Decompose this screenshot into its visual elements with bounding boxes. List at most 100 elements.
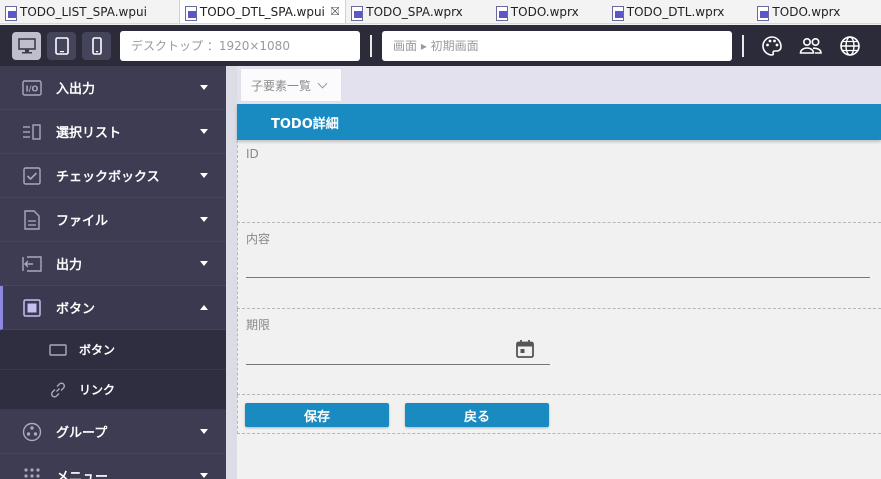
- screen-path-input[interactable]: 画面 ▸ 初期画面: [382, 30, 732, 61]
- link-icon: [49, 381, 67, 399]
- io-icon: I/O: [22, 78, 42, 98]
- tab-todo-spa[interactable]: TODO_SPA.wprx: [346, 0, 469, 23]
- tab-todo-2[interactable]: TODO.wprx: [752, 0, 846, 23]
- screen-preview: TODO詳細 ID 内容 期限 保存 戻る: [237, 104, 881, 479]
- tab-label: TODO_LIST_SPA.wpui: [20, 5, 147, 19]
- deadline-input[interactable]: [246, 364, 550, 365]
- sidebar-item-label: 入出力: [56, 82, 96, 97]
- palette-button[interactable]: [758, 32, 786, 60]
- content-label: 内容: [246, 232, 271, 246]
- desktop-icon: [17, 37, 36, 53]
- button-icon: [22, 298, 42, 318]
- sidebar-item-menu[interactable]: メニュー: [0, 454, 226, 479]
- sidebar-item-checkbox[interactable]: チェックボックス: [0, 154, 226, 198]
- tab-todo-list-spa[interactable]: TODO_LIST_SPA.wpui: [0, 0, 153, 23]
- palette-icon: [762, 35, 782, 56]
- sidebar-subitem-label: ボタン: [79, 343, 116, 357]
- sidebar-item-file[interactable]: ファイル: [0, 198, 226, 242]
- sidebar-item-label: 出力: [56, 258, 83, 273]
- tab-label: TODO.wprx: [772, 5, 841, 19]
- id-field-container[interactable]: ID: [237, 140, 881, 223]
- checkbox-icon: [22, 166, 42, 186]
- file-icon: [611, 5, 624, 21]
- tab-label: TODO.wprx: [510, 5, 579, 19]
- sidebar-item-label: グループ: [56, 426, 108, 441]
- content-input[interactable]: [246, 277, 870, 278]
- editor-tab-bar: TODO_LIST_SPA.wpui TODO_DTL_SPA.wpui ⛝ TO…: [0, 0, 881, 24]
- sidebar-subitem-button[interactable]: ボタン: [0, 330, 226, 370]
- chevron-down-icon: [200, 217, 208, 222]
- tab-label: TODO_DTL_SPA.wpui: [199, 5, 325, 19]
- chevron-down-icon: [317, 78, 328, 88]
- device-size-input[interactable]: デスクトップ ：1920×1080: [120, 30, 360, 61]
- chevron-down-icon: [200, 429, 208, 434]
- menu-icon: [22, 466, 42, 479]
- tablet-view-button[interactable]: [47, 31, 76, 60]
- sidebar-scrollbar[interactable]: [226, 66, 237, 479]
- sidebar-subitem-label: リンク: [79, 383, 116, 397]
- id-label: ID: [246, 147, 259, 161]
- sidebar-item-button[interactable]: ボタン: [0, 286, 226, 330]
- tab-todo-dtl-spa[interactable]: TODO_DTL_SPA.wpui ⛝: [178, 0, 347, 23]
- desktop-view-button[interactable]: [12, 31, 41, 60]
- chevron-down-icon: [200, 173, 208, 178]
- chevron-down-icon: [200, 261, 208, 266]
- file-icon: [756, 5, 770, 21]
- sidebar-item-group[interactable]: グループ: [0, 410, 226, 454]
- deadline-field-container[interactable]: 期限: [237, 309, 881, 395]
- back-button-label: 戻る: [463, 409, 490, 425]
- file-icon: [4, 5, 17, 21]
- screen-path-text: 画面 ▸ 初期画面: [393, 39, 479, 53]
- file-icon: [350, 5, 364, 21]
- component-palette-sidebar: I/O 入出力 選択リスト チェックボックス ファイル 出力 ボタン ボタン リ…: [0, 66, 226, 479]
- users-icon: [799, 37, 822, 54]
- chevron-down-icon: [200, 473, 208, 478]
- chevron-down-icon: [200, 129, 208, 134]
- save-button[interactable]: 保存: [245, 403, 389, 427]
- save-button-label: 保存: [303, 409, 330, 425]
- page-title: TODO詳細: [271, 116, 339, 132]
- device-size-text: デスクトップ ：1920×1080: [131, 39, 290, 53]
- calendar-icon[interactable]: [515, 339, 535, 362]
- tab-todo[interactable]: TODO.wprx: [491, 0, 585, 23]
- file-icon: [495, 5, 508, 21]
- sidebar-item-label: 選択リスト: [56, 126, 122, 141]
- sidebar-subitem-link[interactable]: リンク: [0, 370, 226, 410]
- tab-todo-dtl[interactable]: TODO_DTL.wprx: [607, 0, 731, 23]
- tab-label: TODO_DTL.wprx: [626, 5, 725, 19]
- chevron-up-icon: [200, 305, 208, 310]
- language-button[interactable]: [836, 32, 864, 60]
- sidebar-item-output[interactable]: 出力: [0, 242, 226, 286]
- sidebar-item-label: メニュー: [56, 470, 109, 479]
- child-elements-label: 子要素一覧: [251, 78, 312, 93]
- tablet-icon: [54, 36, 69, 55]
- mobile-view-button[interactable]: [82, 31, 111, 60]
- file-icon: [22, 209, 42, 230]
- editor-toolbar: デスクトップ ：1920×1080 画面 ▸ 初期画面: [0, 25, 881, 66]
- sidebar-item-label: チェックボックス: [56, 170, 160, 185]
- sidebar-item-label: ボタン: [56, 302, 96, 317]
- users-button[interactable]: [797, 32, 825, 60]
- content-field-container[interactable]: 内容: [237, 223, 881, 309]
- svg-text:I/O: I/O: [26, 84, 39, 93]
- file-icon: [184, 5, 197, 21]
- toolbar-divider: [370, 34, 372, 57]
- deadline-label: 期限: [246, 318, 271, 332]
- mobile-icon: [91, 36, 102, 55]
- chevron-down-icon: [200, 85, 208, 90]
- back-button[interactable]: 戻る: [405, 403, 549, 427]
- output-icon: [22, 254, 42, 274]
- select-list-icon: [22, 122, 42, 142]
- globe-icon: [840, 35, 860, 56]
- group-icon: [22, 422, 42, 442]
- design-canvas: 子要素一覧 TODO詳細 ID 内容 期限 保存 戻る: [237, 66, 881, 479]
- toolbar-divider: [742, 34, 744, 57]
- tab-label: TODO_SPA.wprx: [366, 5, 463, 19]
- sidebar-item-select-list[interactable]: 選択リスト: [0, 110, 226, 154]
- sidebar-item-io[interactable]: I/O 入出力: [0, 66, 226, 110]
- page-header[interactable]: TODO詳細: [237, 104, 881, 140]
- sidebar-item-label: ファイル: [56, 214, 109, 229]
- child-elements-dropdown[interactable]: 子要素一覧: [240, 68, 342, 102]
- button-shape-icon: [49, 341, 67, 359]
- close-icon[interactable]: ⛝: [331, 5, 339, 19]
